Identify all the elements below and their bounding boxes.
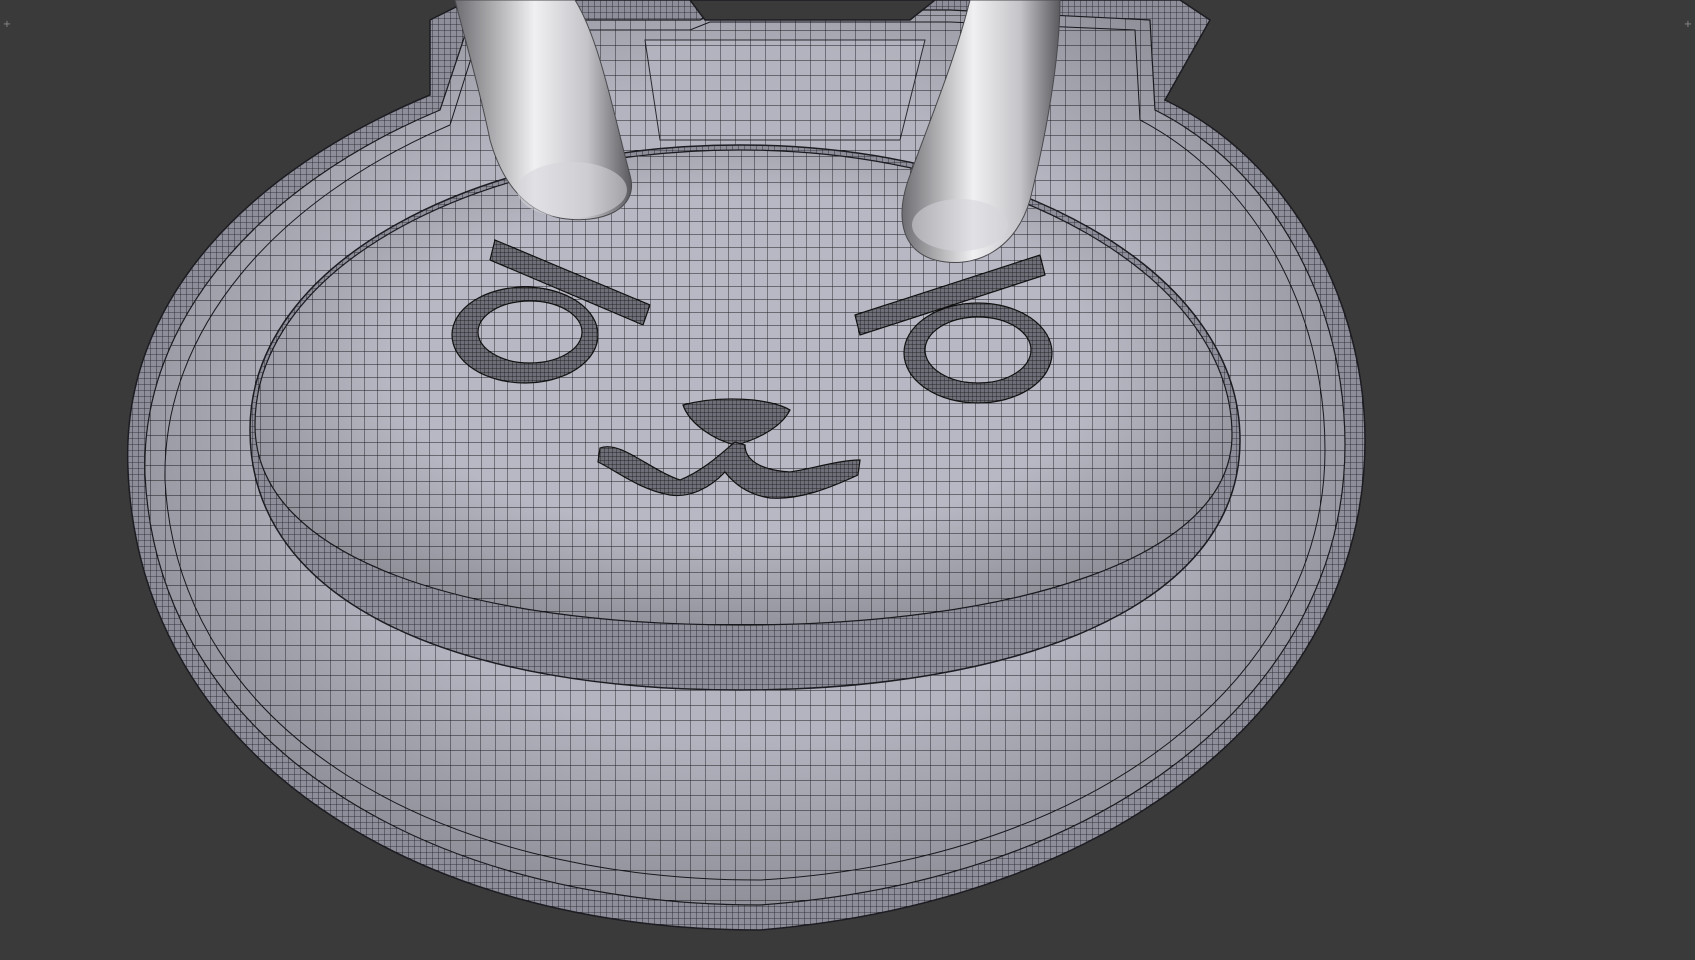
plus-icon[interactable]: + (1683, 20, 1693, 30)
corner-widget-right-glyph: + (1683, 19, 1693, 30)
eye-right (903, 302, 1053, 404)
eye-left (451, 286, 599, 384)
3d-viewport[interactable]: + + (0, 0, 1695, 960)
mesh-canvas[interactable] (0, 0, 1695, 960)
plus-icon[interactable]: + (2, 20, 12, 30)
corner-widget-left-glyph: + (2, 19, 12, 30)
